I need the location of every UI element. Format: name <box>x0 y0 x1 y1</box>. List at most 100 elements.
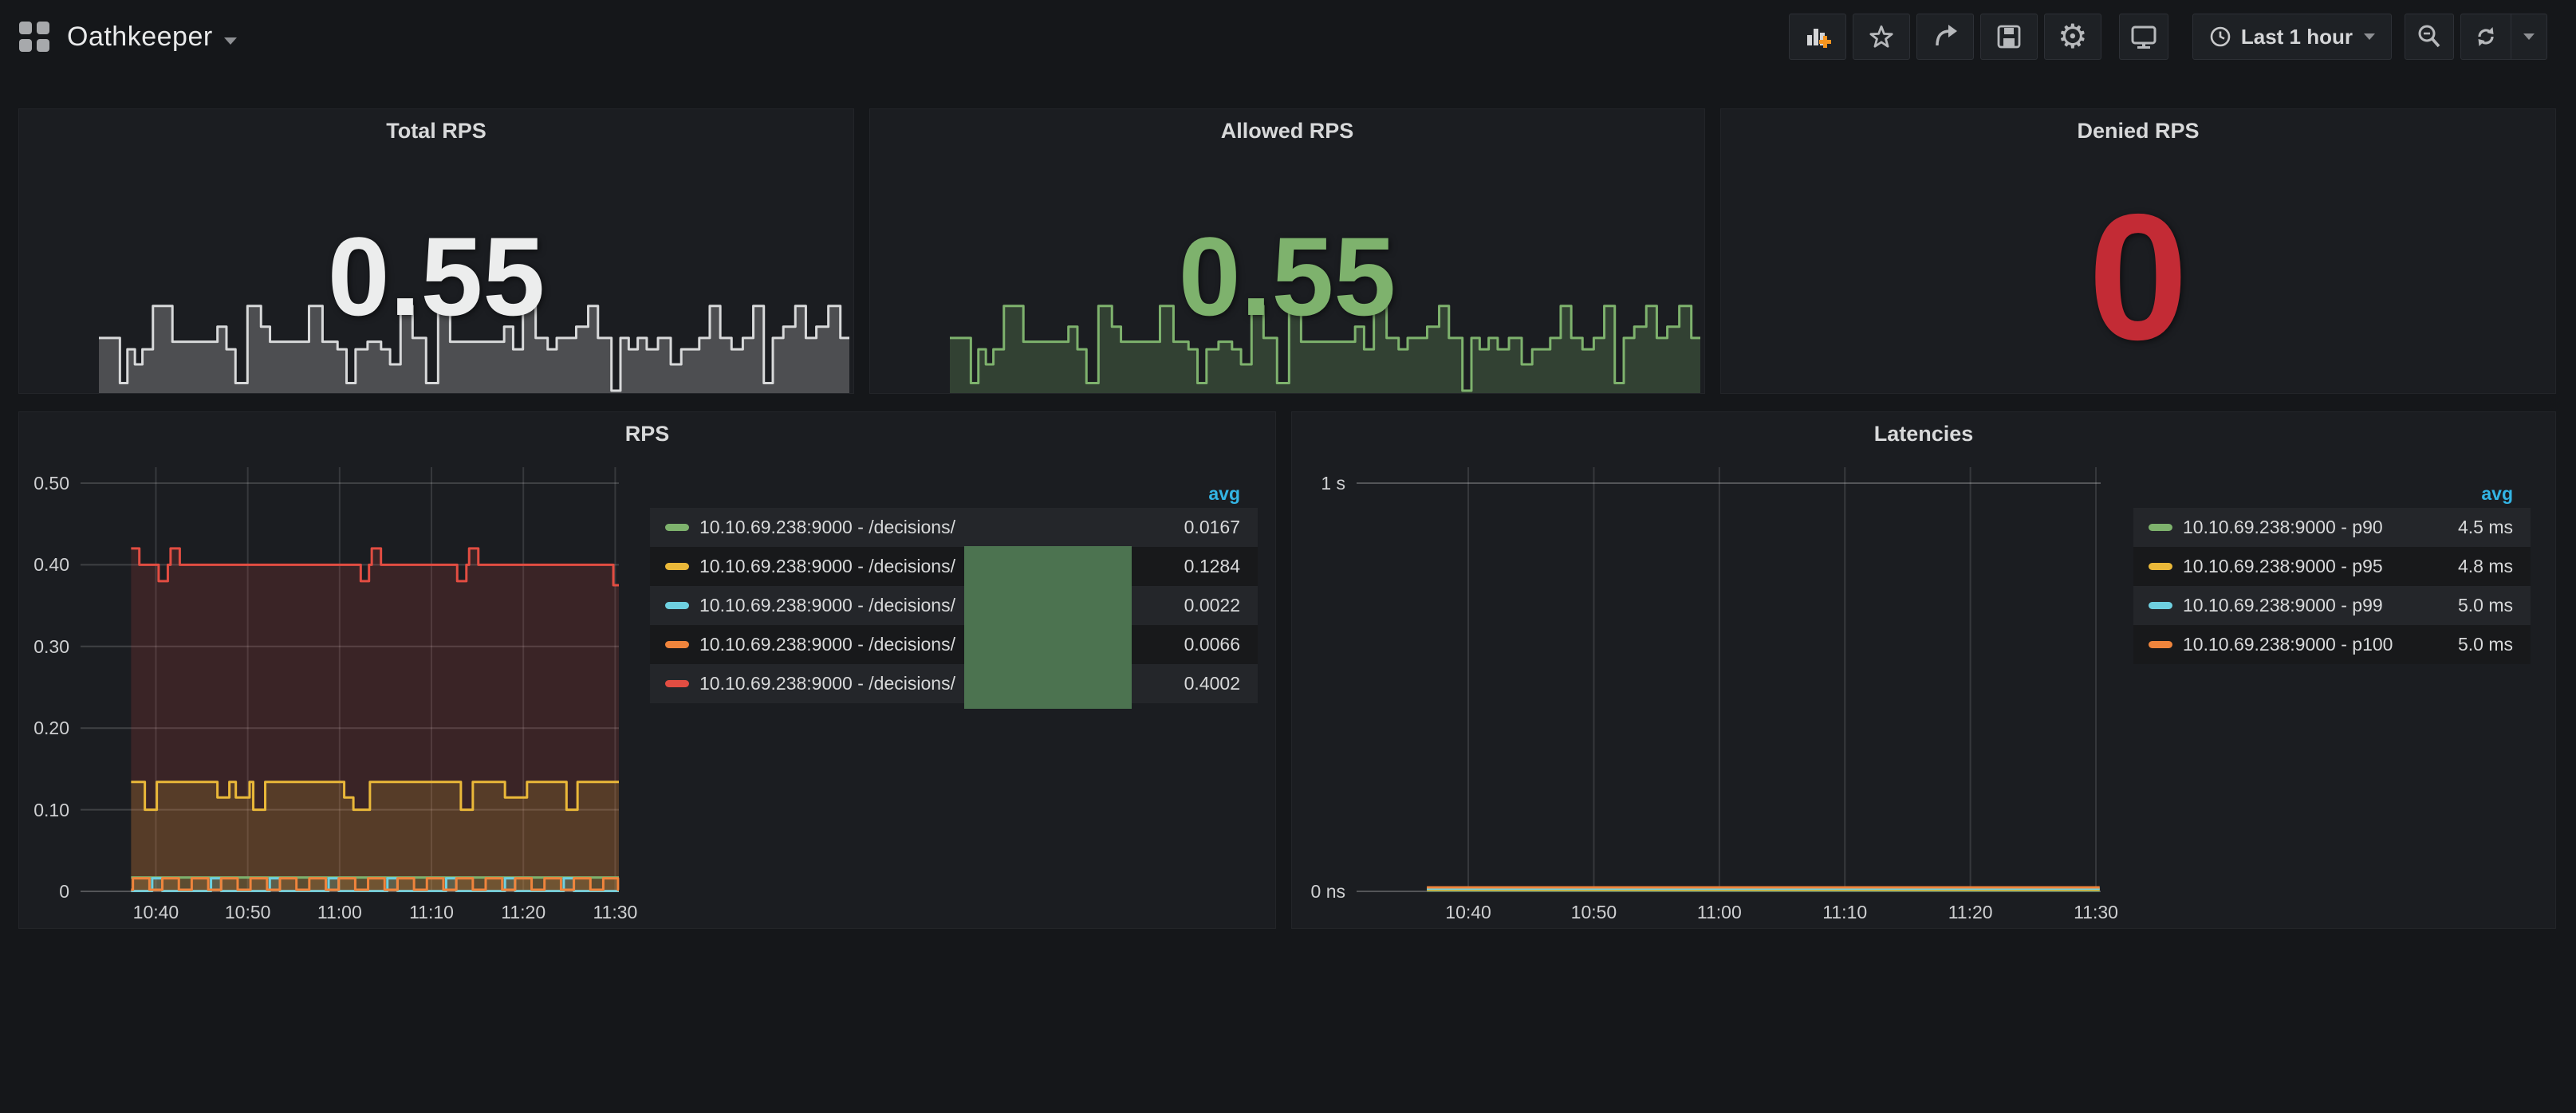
series-color-swatch-icon[interactable] <box>2149 524 2172 531</box>
rps-plot[interactable] <box>81 467 624 907</box>
dashboard-settings-button[interactable]: ⚙ <box>2044 14 2101 60</box>
series-color-swatch-icon[interactable] <box>665 641 689 648</box>
panel-total-rps: Total RPS 0.55 <box>18 108 854 394</box>
series-fill <box>131 782 619 891</box>
legend-row[interactable]: 10.10.69.238:9000 - /decisions/0.4002 <box>650 664 1258 703</box>
x-tick-label: 11:20 <box>487 901 559 923</box>
series-avg-value: 0.0066 <box>1184 634 1258 655</box>
x-tick-label: 10:50 <box>1558 901 1629 923</box>
panel-allowed-rps: Allowed RPS 0.55 <box>869 108 1705 394</box>
series-label[interactable]: 10.10.69.238:9000 - /decisions/ <box>699 673 955 694</box>
refresh-caret-icon <box>2523 33 2535 40</box>
y-tick-label: 0 ns <box>1290 880 1345 903</box>
legend-row[interactable]: 10.10.69.238:9000 - p95 4.8 ms <box>2133 547 2531 586</box>
series-color-swatch-icon[interactable] <box>2149 602 2172 609</box>
y-tick-label: 0.10 <box>14 799 69 821</box>
panel-denied-rps: Denied RPS 0 <box>1720 108 2556 394</box>
series-color-swatch-icon[interactable] <box>2149 563 2172 570</box>
dashboards-grid-icon[interactable] <box>19 22 49 52</box>
series-avg-value: 5.0 ms <box>2458 595 2531 616</box>
x-tick-label: 11:30 <box>2060 901 2132 923</box>
save-dashboard-button[interactable] <box>1980 14 2038 60</box>
latencies-plot[interactable] <box>1357 467 2105 907</box>
series-avg-value: 4.8 ms <box>2458 556 2531 577</box>
x-tick-label: 11:20 <box>1935 901 2007 923</box>
refresh-icon <box>2473 24 2499 49</box>
time-range-label: Last 1 hour <box>2241 25 2353 49</box>
star-dashboard-button[interactable] <box>1853 14 1910 60</box>
series-color-swatch-icon[interactable] <box>665 524 689 531</box>
series-label[interactable]: 10.10.69.238:9000 - p100 <box>2183 634 2393 655</box>
green-overlay-box <box>964 546 1132 709</box>
refresh-button[interactable] <box>2461 14 2511 59</box>
series-avg-value: 4.5 ms <box>2458 517 2531 538</box>
bar-chart-plus-icon <box>1804 23 1831 50</box>
series-label[interactable]: 10.10.69.238:9000 - p99 <box>2183 595 2383 616</box>
legend-avg-header[interactable]: avg <box>2133 482 2531 505</box>
dashboard-title[interactable]: Oathkeeper <box>67 22 213 53</box>
legend-row[interactable]: 10.10.69.238:9000 - p90 4.5 ms <box>2133 508 2531 547</box>
toolbar: ⚙ Last 1 hour <box>1782 14 2547 60</box>
series-label[interactable]: 10.10.69.238:9000 - p90 <box>2183 517 2383 538</box>
y-tick-label: 1 s <box>1290 472 1345 494</box>
legend-avg-header[interactable]: avg <box>650 482 1258 505</box>
series-label[interactable]: 10.10.69.238:9000 - p95 <box>2183 556 2383 577</box>
series-avg-value: 0.1284 <box>1184 556 1258 577</box>
x-tick-label: 11:00 <box>1684 901 1755 923</box>
cycle-view-mode-button[interactable] <box>2119 14 2168 60</box>
rps-legend: avg 10.10.69.238:9000 - /decisions/0.0167… <box>650 482 1258 703</box>
series-avg-value: 0.0022 <box>1184 595 1258 616</box>
y-tick-label: 0.50 <box>14 472 69 494</box>
series-avg-value: 0.0167 <box>1184 517 1258 538</box>
x-tick-label: 10:50 <box>212 901 284 923</box>
refresh-interval-dropdown[interactable] <box>2511 14 2546 59</box>
share-dashboard-button[interactable] <box>1916 14 1974 60</box>
time-range-caret-icon <box>2364 33 2375 40</box>
x-tick-label: 11:10 <box>1809 901 1881 923</box>
legend-row[interactable]: 10.10.69.238:9000 - p99 5.0 ms <box>2133 586 2531 625</box>
dashboard-title-caret-icon[interactable] <box>224 37 237 45</box>
series-color-swatch-icon[interactable] <box>665 563 689 570</box>
add-panel-button[interactable] <box>1789 14 1846 60</box>
series-label[interactable]: 10.10.69.238:9000 - /decisions/ <box>699 517 955 538</box>
series-avg-value: 0.4002 <box>1184 673 1258 694</box>
series-label[interactable]: 10.10.69.238:9000 - /decisions/ <box>699 634 955 655</box>
star-icon <box>1868 23 1895 50</box>
grafana-dashboard: Oathkeeper <box>0 0 2576 1113</box>
share-icon <box>1932 23 1959 50</box>
series-label[interactable]: 10.10.69.238:9000 - /decisions/ <box>699 595 955 616</box>
gear-icon: ⚙ <box>2058 20 2088 53</box>
y-tick-label: 0.40 <box>14 553 69 576</box>
stat-value: 0.55 <box>870 109 1704 444</box>
x-tick-label: 10:40 <box>1432 901 1504 923</box>
series-color-swatch-icon[interactable] <box>665 602 689 609</box>
magnifier-minus-icon <box>2416 23 2443 50</box>
series-fill <box>131 879 619 891</box>
legend-row[interactable]: 10.10.69.238:9000 - /decisions/0.0022 <box>650 586 1258 625</box>
series-color-swatch-icon[interactable] <box>665 680 689 687</box>
clock-icon <box>2209 26 2231 48</box>
series-avg-value: 5.0 ms <box>2458 634 2531 655</box>
legend-row[interactable]: 10.10.69.238:9000 - p100 5.0 ms <box>2133 625 2531 664</box>
x-tick-label: 11:30 <box>579 901 651 923</box>
stat-value: 0.55 <box>19 109 853 444</box>
zoom-out-button[interactable] <box>2405 14 2454 60</box>
legend-row[interactable]: 10.10.69.238:9000 - /decisions/0.0066 <box>650 625 1258 664</box>
save-floppy-icon <box>1995 23 2023 50</box>
refresh-button-group <box>2460 14 2547 60</box>
series-color-swatch-icon[interactable] <box>2149 641 2172 648</box>
legend-row[interactable]: 10.10.69.238:9000 - /decisions/0.1284 <box>650 547 1258 586</box>
y-tick-label: 0.20 <box>14 717 69 739</box>
x-tick-label: 10:40 <box>120 901 191 923</box>
time-range-picker[interactable]: Last 1 hour <box>2192 14 2392 60</box>
series-label[interactable]: 10.10.69.238:9000 - /decisions/ <box>699 556 955 577</box>
panel-latencies-graph: Latencies avg 10.10.69.238:9000 - p90 4.5 … <box>1291 411 2556 929</box>
panel-title[interactable]: Latencies <box>1292 422 2555 446</box>
y-tick-label: 0 <box>14 880 69 903</box>
legend-row[interactable]: 10.10.69.238:9000 - /decisions/0.0167 <box>650 508 1258 547</box>
dashboard-header: Oathkeeper <box>0 0 2576 73</box>
panel-rps-graph: RPS avg 10.10.69.238:9000 - /decisions/0.… <box>18 411 1276 929</box>
y-tick-label: 0.30 <box>14 635 69 658</box>
panel-title[interactable]: RPS <box>19 422 1275 446</box>
stat-value: 0 <box>1721 109 2555 444</box>
